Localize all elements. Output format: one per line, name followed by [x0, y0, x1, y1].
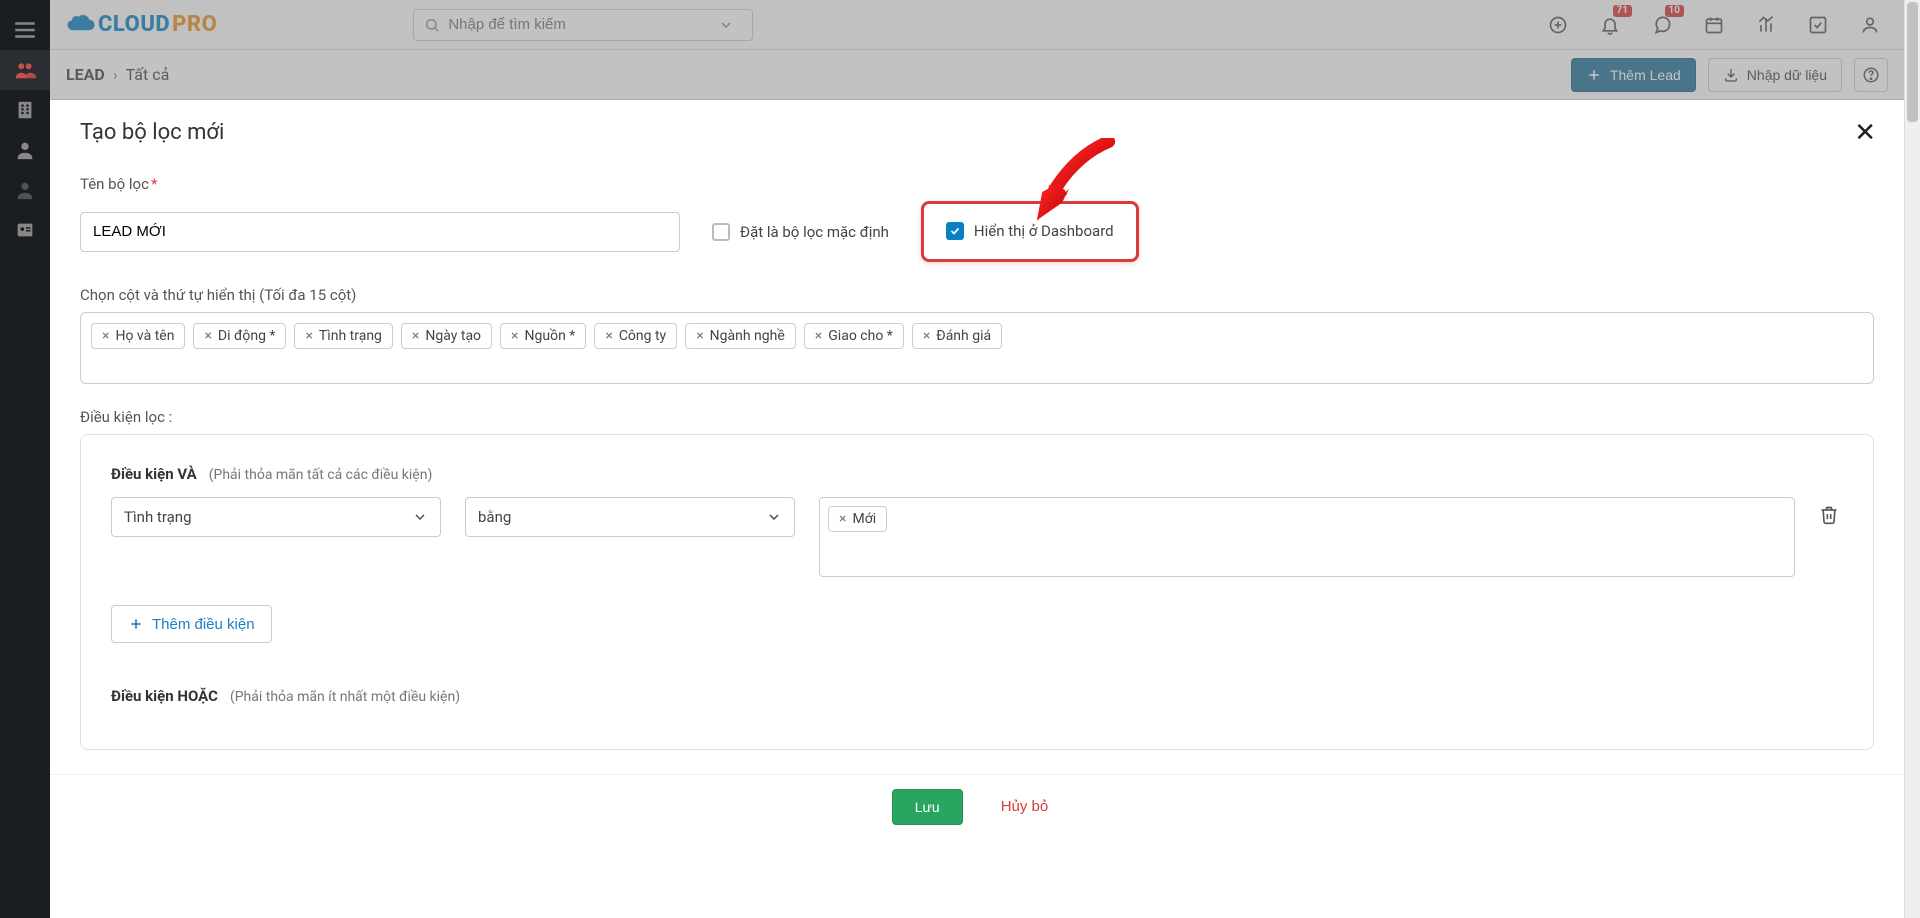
add-lead-label: Thêm Lead [1610, 67, 1681, 83]
notifications-button[interactable]: 71 [1592, 7, 1628, 43]
import-button[interactable]: Nhập dữ liệu [1708, 58, 1842, 92]
remove-tag-icon[interactable]: × [412, 329, 419, 343]
global-search[interactable] [413, 9, 753, 41]
checkbox-checked-icon [946, 222, 964, 240]
remove-tag-icon[interactable]: × [511, 329, 518, 343]
condition-value-tag[interactable]: × Mới [828, 506, 887, 532]
and-condition-header: Điều kiện VÀ (Phải thỏa mãn tất cả các đ… [111, 465, 1843, 483]
remove-tag-icon[interactable]: × [204, 329, 211, 343]
condition-operator-select[interactable]: bằng [465, 497, 795, 537]
remove-tag-icon[interactable]: × [696, 329, 703, 343]
column-tag[interactable]: × Họ và tên [91, 323, 185, 349]
analytics-button[interactable] [1748, 7, 1784, 43]
cancel-button[interactable]: Hủy bỏ [987, 789, 1063, 823]
filter-modal: ✕ Tạo bộ lọc mới Tên bộ lọc* Đặt là bộ l… [50, 100, 1904, 918]
column-tag-label: Nguồn * [525, 328, 576, 344]
import-label: Nhập dữ liệu [1747, 67, 1827, 83]
columns-label: Chọn cột và thứ tự hiển thị (Tối đa 15 c… [80, 286, 1874, 304]
column-tag[interactable]: × Tình trạng [294, 323, 392, 349]
notifications-badge: 71 [1613, 5, 1632, 17]
logo-text-a: CLOUD [98, 12, 170, 37]
save-button[interactable]: Lưu [892, 789, 963, 825]
remove-tag-icon[interactable]: × [305, 329, 312, 343]
column-tag[interactable]: × Nguồn * [500, 323, 586, 349]
condition-row: Tình trạng bằng × Mới [111, 497, 1843, 577]
column-tag-label: Họ và tên [115, 328, 174, 344]
column-tag[interactable]: × Đánh giá [912, 323, 1002, 349]
calendar-button[interactable] [1696, 7, 1732, 43]
chat-button[interactable]: 10 [1644, 7, 1680, 43]
column-tag-label: Đánh giá [936, 328, 991, 344]
main-column: CLOUDPRO 71 10 [50, 0, 1904, 918]
condition-field-select[interactable]: Tình trạng [111, 497, 441, 537]
column-tag-label: Giao cho * [828, 328, 893, 344]
sidebar-item-person[interactable] [0, 130, 50, 170]
remove-tag-icon[interactable]: × [923, 329, 930, 343]
filter-name-label: Tên bộ lọc* [80, 175, 1874, 193]
column-tag-label: Ngày tạo [425, 328, 481, 344]
browser-scrollbar[interactable] [1904, 0, 1920, 918]
topbar: CLOUDPRO 71 10 [50, 0, 1904, 50]
search-icon [424, 17, 440, 33]
column-tag-label: Di động * [218, 328, 276, 344]
column-tag[interactable]: × Di động * [193, 323, 286, 349]
modal-title: Tạo bộ lọc mới [80, 120, 1874, 145]
breadcrumb: LEAD › Tất cả [66, 65, 169, 84]
dashboard-checkbox[interactable]: Hiển thị ở Dashboard [946, 222, 1114, 240]
left-rail [0, 0, 50, 918]
filter-name-input[interactable] [80, 212, 680, 252]
remove-tag-icon[interactable]: × [839, 512, 846, 526]
sidebar-item-person-dark[interactable] [0, 170, 50, 210]
column-tag[interactable]: × Công ty [594, 323, 677, 349]
add-lead-button[interactable]: Thêm Lead [1571, 58, 1696, 92]
add-condition-button[interactable]: Thêm điều kiện [111, 605, 272, 643]
add-button[interactable] [1540, 7, 1576, 43]
modal-footer: Lưu Hủy bỏ [50, 774, 1904, 839]
user-menu-button[interactable] [1852, 7, 1888, 43]
or-condition-header: Điều kiện HOẶC (Phải thỏa mãn ít nhất mộ… [111, 687, 1843, 705]
chat-badge: 10 [1665, 5, 1684, 17]
column-tag-label: Công ty [619, 328, 666, 344]
breadcrumb-tail[interactable]: Tất cả [126, 65, 170, 84]
condition-value-label: Mới [852, 511, 876, 527]
condition-value-box[interactable]: × Mới [819, 497, 1795, 577]
dashboard-checkbox-label: Hiển thị ở Dashboard [974, 222, 1114, 240]
sidebar-item-people[interactable] [0, 50, 50, 90]
remove-tag-icon[interactable]: × [102, 329, 109, 343]
menu-toggle-button[interactable] [0, 10, 50, 50]
column-tag-label: Tình trạng [319, 328, 382, 344]
subbar: LEAD › Tất cả Thêm Lead Nhập dữ liệu [50, 50, 1904, 100]
sidebar-item-card[interactable] [0, 210, 50, 250]
logo-text-b: PRO [172, 12, 217, 37]
dashboard-highlight: Hiển thị ở Dashboard [921, 201, 1139, 262]
column-tag[interactable]: × Ngành nghề [685, 323, 796, 349]
default-filter-checkbox[interactable]: Đặt là bộ lọc mặc định [712, 223, 889, 241]
delete-condition-button[interactable] [1819, 505, 1843, 529]
help-button[interactable] [1854, 58, 1888, 92]
remove-tag-icon[interactable]: × [815, 329, 822, 343]
logo[interactable]: CLOUDPRO [66, 12, 217, 37]
columns-selector[interactable]: × Họ và tên × Di động * × Tình trạng × Ngày tạo… [80, 312, 1874, 384]
tasks-button[interactable] [1800, 7, 1836, 43]
default-filter-label: Đặt là bộ lọc mặc định [740, 223, 889, 241]
checkbox-unchecked-icon [712, 223, 730, 241]
chevron-down-icon [718, 17, 734, 33]
conditions-box: Điều kiện VÀ (Phải thỏa mãn tất cả các đ… [80, 434, 1874, 750]
chevron-right-icon: › [113, 65, 118, 84]
column-tag[interactable]: × Giao cho * [804, 323, 904, 349]
column-tag[interactable]: × Ngày tạo [401, 323, 492, 349]
remove-tag-icon[interactable]: × [605, 329, 612, 343]
sidebar-item-building[interactable] [0, 90, 50, 130]
conditions-label: Điều kiện lọc : [80, 408, 1874, 426]
search-input[interactable] [448, 16, 718, 33]
column-tag-label: Ngành nghề [710, 328, 785, 344]
close-button[interactable]: ✕ [1854, 118, 1876, 148]
breadcrumb-module[interactable]: LEAD [66, 65, 105, 84]
